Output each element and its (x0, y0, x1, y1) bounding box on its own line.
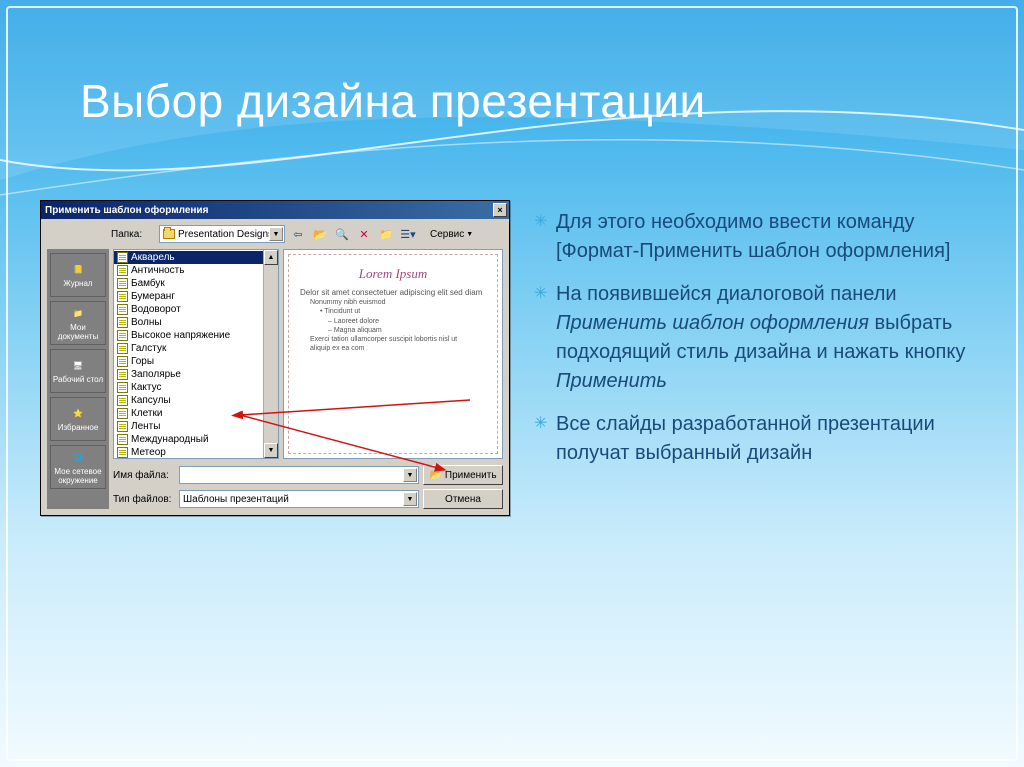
list-item[interactable]: Бумеранг (114, 290, 278, 303)
template-icon (117, 382, 128, 393)
slide-title: Выбор дизайна презентации (80, 74, 944, 128)
scroll-down-icon[interactable]: ▼ (264, 443, 278, 458)
apply-template-dialog: Применить шаблон оформления × Папка: Pre… (40, 200, 510, 516)
bullet-item: Все слайды разработанной презентации пол… (534, 410, 984, 468)
chevron-down-icon[interactable]: ▼ (403, 492, 417, 506)
scroll-up-icon[interactable]: ▲ (264, 250, 278, 265)
template-icon (117, 265, 128, 276)
close-icon[interactable]: × (493, 203, 507, 217)
template-icon (117, 447, 128, 458)
file-panes: АкварельАнтичностьБамбукБумерангВодоворо… (113, 249, 503, 459)
template-preview: Lorem Ipsum Delor sit amet consectetuer … (283, 249, 503, 459)
template-icon (117, 278, 128, 289)
folder-row: Папка: Presentation Designs ▼ ⇦ 📂 🔍 ✕ 📁 … (111, 225, 503, 243)
list-item[interactable]: Акварель (114, 251, 278, 264)
back-icon[interactable]: ⇦ (289, 225, 307, 243)
template-icon (117, 252, 128, 263)
folder-combo[interactable]: Presentation Designs ▼ (159, 225, 285, 243)
list-item[interactable]: Капсулы (114, 394, 278, 407)
cancel-button[interactable]: Отмена (423, 489, 503, 509)
place-journal[interactable]: 📒 Журнал (50, 253, 106, 297)
place-favorites[interactable]: ⭐ Избранное (50, 397, 106, 441)
template-list[interactable]: АкварельАнтичностьБамбукБумерангВодоворо… (113, 249, 279, 459)
list-item[interactable]: Галстук (114, 342, 278, 355)
list-item[interactable]: Горы (114, 355, 278, 368)
filetype-label: Тип файлов: (113, 494, 175, 505)
delete-icon[interactable]: ✕ (355, 225, 373, 243)
dialog-title-text: Применить шаблон оформления (45, 205, 208, 216)
file-area: АкварельАнтичностьБамбукБумерангВодоворо… (113, 249, 503, 509)
list-item[interactable]: Водоворот (114, 303, 278, 316)
place-mydocs[interactable]: 📁 Мои документы (50, 301, 106, 345)
dialog-main: 📒 Журнал 📁 Мои документы 🖥 Рабочий стол (47, 249, 503, 509)
folder-value: Presentation Designs (178, 229, 273, 240)
desktop-icon: 🖥 (66, 357, 90, 375)
content-area: Применить шаблон оформления × Папка: Pre… (40, 200, 984, 727)
dialog-body: Папка: Presentation Designs ▼ ⇦ 📂 🔍 ✕ 📁 … (41, 219, 509, 515)
bottom-rows: Имя файла: ▼ 📂 Применить (113, 465, 503, 509)
mydocs-icon: 📁 (66, 305, 90, 323)
folder-icon (163, 229, 175, 239)
views-icon[interactable]: ☰▾ (399, 225, 417, 243)
list-item[interactable]: Заполярье (114, 368, 278, 381)
search-web-icon[interactable]: 🔍 (333, 225, 351, 243)
place-desktop[interactable]: 🖥 Рабочий стол (50, 349, 106, 393)
bullet-item: Для этого необходимо ввести команду [Фор… (534, 208, 984, 266)
open-icon: 📂 (429, 470, 441, 481)
dialog-titlebar: Применить шаблон оформления × (41, 201, 509, 219)
template-icon (117, 421, 128, 432)
template-icon (117, 395, 128, 406)
place-network[interactable]: 🌐 Мое сетевое окружение (50, 445, 106, 489)
service-menu[interactable]: Сервис ▼ (421, 225, 482, 243)
new-folder-icon[interactable]: 📁 (377, 225, 395, 243)
scrollbar[interactable]: ▲ ▼ (263, 250, 278, 458)
apply-button[interactable]: 📂 Применить (423, 465, 503, 485)
list-item[interactable]: Бамбук (114, 277, 278, 290)
template-icon (117, 343, 128, 354)
template-icon (117, 369, 128, 380)
filename-field[interactable]: ▼ (179, 466, 419, 484)
slide: Выбор дизайна презентации Применить шабл… (0, 0, 1024, 767)
template-icon (117, 291, 128, 302)
bullet-item: На появившейся диалоговой панели Примени… (534, 280, 984, 396)
places-bar: 📒 Журнал 📁 Мои документы 🖥 Рабочий стол (47, 249, 109, 509)
chevron-down-icon[interactable]: ▼ (403, 468, 417, 482)
list-item[interactable]: Волны (114, 316, 278, 329)
scroll-track[interactable] (264, 265, 278, 443)
template-icon (117, 356, 128, 367)
list-item[interactable]: Международный (114, 433, 278, 446)
list-item[interactable]: Высокое напряжение (114, 329, 278, 342)
up-folder-icon[interactable]: 📂 (311, 225, 329, 243)
list-item[interactable]: Кактус (114, 381, 278, 394)
favorites-icon: ⭐ (66, 405, 90, 423)
template-icon (117, 330, 128, 341)
template-icon (117, 408, 128, 419)
list-item[interactable]: Ленты (114, 420, 278, 433)
list-item[interactable]: Метеор (114, 446, 278, 459)
filename-label: Имя файла: (113, 470, 175, 481)
template-icon (117, 434, 128, 445)
folder-label: Папка: (111, 229, 155, 240)
template-icon (117, 304, 128, 315)
chevron-down-icon[interactable]: ▼ (269, 227, 283, 241)
journal-icon: 📒 (66, 261, 90, 279)
network-icon: 🌐 (66, 449, 90, 467)
bullet-list: Для этого необходимо ввести команду [Фор… (534, 200, 984, 727)
dialog-screenshot: Применить шаблон оформления × Папка: Pre… (40, 200, 510, 530)
filetype-field[interactable]: Шаблоны презентаций ▼ (179, 490, 419, 508)
list-item[interactable]: Клетки (114, 407, 278, 420)
template-icon (117, 317, 128, 328)
list-item[interactable]: Античность (114, 264, 278, 277)
